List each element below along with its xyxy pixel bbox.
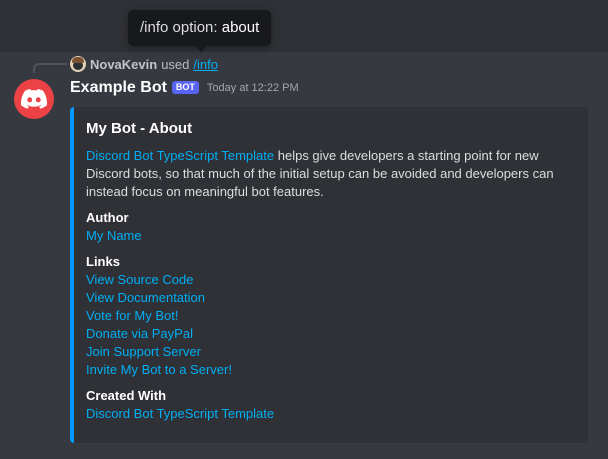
field-author: Author My Name bbox=[86, 209, 572, 245]
field-created-with: Created With Discord Bot TypeScript Temp… bbox=[86, 387, 572, 423]
bot-tag: BOT bbox=[171, 80, 199, 94]
field-author-name: Author bbox=[86, 210, 129, 225]
created-with-link[interactable]: Discord Bot TypeScript Template bbox=[86, 405, 572, 423]
reply-username[interactable]: NovaKevin bbox=[90, 57, 157, 72]
invite-link[interactable]: Invite My Bot to a Server! bbox=[86, 361, 572, 379]
field-links: Links View Source Code View Documentatio… bbox=[86, 253, 572, 379]
reply-command-link[interactable]: /info bbox=[193, 57, 218, 72]
embed-description: Discord Bot TypeScript Template helps gi… bbox=[86, 147, 564, 201]
tooltip-arrow bbox=[195, 46, 207, 52]
message-header: Example Bot BOT Today at 12:22 PM bbox=[70, 78, 299, 98]
reply-spine bbox=[33, 63, 67, 73]
support-server-link[interactable]: Join Support Server bbox=[86, 343, 572, 361]
field-links-name: Links bbox=[86, 254, 120, 269]
command-reply-line: NovaKevin used /info bbox=[70, 55, 218, 73]
user-avatar-icon[interactable] bbox=[70, 56, 86, 72]
discord-logo-icon[interactable] bbox=[14, 79, 54, 119]
embed-title: My Bot - About bbox=[86, 120, 193, 137]
author-name[interactable]: Example Bot bbox=[70, 79, 167, 97]
author-link[interactable]: My Name bbox=[86, 227, 572, 245]
donate-link[interactable]: Donate via PayPal bbox=[86, 325, 572, 343]
view-docs-link[interactable]: View Documentation bbox=[86, 289, 572, 307]
vote-link[interactable]: Vote for My Bot! bbox=[86, 307, 572, 325]
template-link[interactable]: Discord Bot TypeScript Template bbox=[86, 148, 274, 163]
command-option-tooltip: /info option: about bbox=[128, 10, 272, 46]
view-source-link[interactable]: View Source Code bbox=[86, 271, 572, 289]
tooltip-prefix: /info option: bbox=[140, 19, 218, 36]
reply-used-text: used bbox=[161, 56, 190, 72]
tooltip-value: about bbox=[221, 19, 260, 36]
message-timestamp[interactable]: Today at 12:22 PM bbox=[207, 82, 299, 94]
field-created-with-name: Created With bbox=[86, 388, 167, 403]
message-embed: My Bot - About Discord Bot TypeScript Te… bbox=[70, 107, 588, 443]
top-band bbox=[0, 0, 608, 52]
